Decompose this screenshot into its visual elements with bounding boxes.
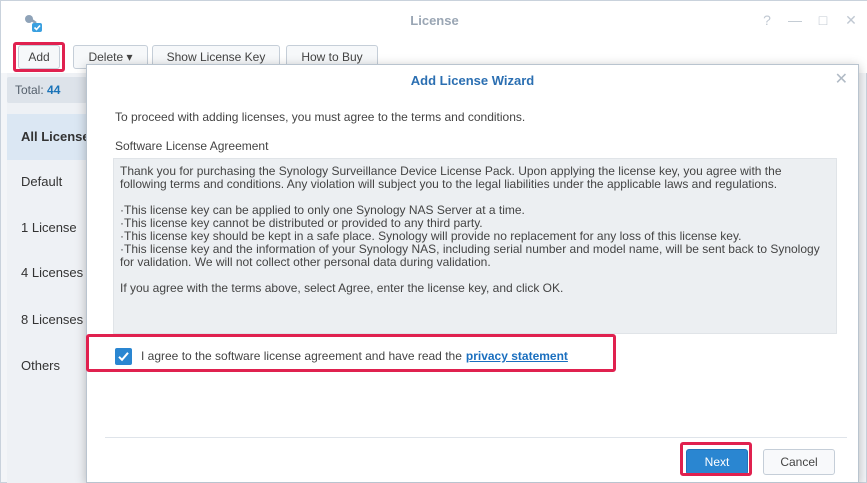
sidebar-item-default[interactable]: Default xyxy=(7,159,87,205)
total-label: Total: xyxy=(15,83,44,97)
intro-text: To proceed with adding licenses, you mus… xyxy=(115,110,526,124)
total-value: 44 xyxy=(47,83,61,97)
title-bar: License ? — □ ✕ xyxy=(1,1,867,41)
agreement-bullet: ·This license key and the information of… xyxy=(120,242,820,269)
dialog-title: Add License Wizard xyxy=(410,73,535,88)
maximize-icon[interactable]: □ xyxy=(816,12,830,28)
sidebar-item-4-licenses[interactable]: 4 Licenses xyxy=(7,250,87,296)
agree-checkbox[interactable] xyxy=(115,347,132,365)
sidebar-item-8-licenses[interactable]: 8 Licenses xyxy=(7,297,87,343)
minimize-icon[interactable]: — xyxy=(788,12,802,28)
sidebar-item-1-license[interactable]: 1 License xyxy=(7,205,87,251)
agreement-paragraph: Thank you for purchasing the Synology Su… xyxy=(120,164,782,191)
window-controls: ? — □ ✕ xyxy=(760,12,858,28)
footer-divider xyxy=(105,437,847,438)
agreement-closing: If you agree with the terms above, selec… xyxy=(120,281,564,295)
close-dialog-icon[interactable]: ✕ xyxy=(835,69,848,89)
agree-label: I agree to the software license agreemen… xyxy=(141,349,462,363)
agree-row: I agree to the software license agreemen… xyxy=(115,345,568,367)
add-license-wizard-dialog: Add License Wizard ✕ To proceed with add… xyxy=(86,64,859,483)
cancel-button[interactable]: Cancel xyxy=(763,449,835,475)
close-window-icon[interactable]: ✕ xyxy=(844,12,858,28)
license-agreement-text: Thank you for purchasing the Synology Su… xyxy=(113,158,837,334)
sidebar-item-others[interactable]: Others xyxy=(7,343,87,389)
help-icon[interactable]: ? xyxy=(760,12,774,28)
total-count: Total: 44 xyxy=(7,77,87,103)
sidebar-item-all-licenses[interactable]: All Licenses xyxy=(7,114,87,160)
privacy-statement-link[interactable]: privacy statement xyxy=(466,349,568,363)
sla-heading: Software License Agreement xyxy=(115,139,269,153)
add-button[interactable]: Add xyxy=(18,45,60,69)
checkmark-icon xyxy=(118,351,129,361)
next-button[interactable]: Next xyxy=(686,449,748,475)
window-title: License xyxy=(410,13,459,28)
